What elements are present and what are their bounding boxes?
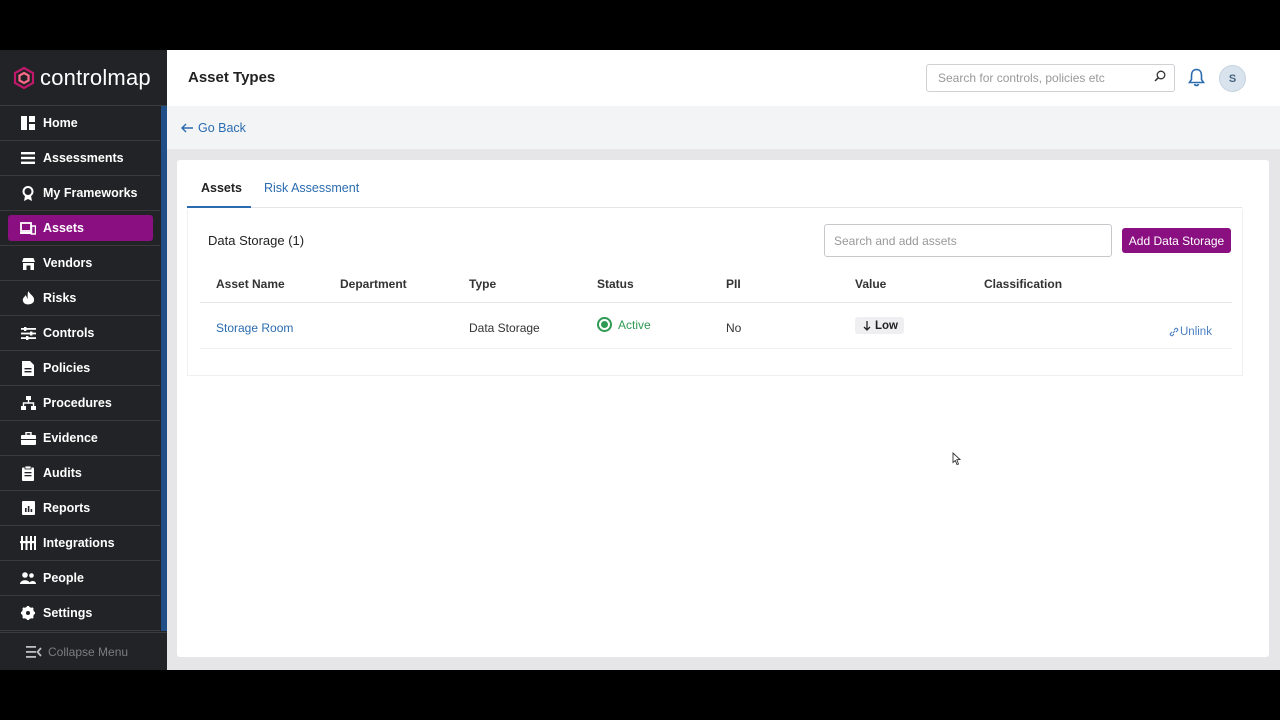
- global-search-input[interactable]: [938, 71, 1154, 85]
- sidebar-item-my-frameworks[interactable]: My Frameworks: [0, 176, 160, 211]
- column-header-department[interactable]: Department: [340, 277, 407, 291]
- breadcrumb-bar: Go Back: [167, 106, 1280, 149]
- home-icon: [20, 115, 36, 131]
- collapse-menu-button[interactable]: Collapse Menu: [0, 632, 167, 670]
- asset-search-input[interactable]: [824, 224, 1112, 257]
- asset-name-link[interactable]: Storage Room: [216, 321, 293, 335]
- sidebar-item-procedures[interactable]: Procedures: [0, 386, 160, 421]
- sidebar-item-people[interactable]: People: [0, 561, 160, 596]
- type-cell: Data Storage: [469, 321, 540, 335]
- reports-icon: [20, 500, 36, 516]
- tab-risk-assessment[interactable]: Risk Assessment: [264, 181, 359, 205]
- sidebar-item-policies[interactable]: Policies: [0, 351, 160, 386]
- sidebar-item-risks[interactable]: Risks: [0, 281, 160, 316]
- sidebar-item-reports[interactable]: Reports: [0, 491, 160, 526]
- unlink-label: Unlink: [1180, 326, 1212, 338]
- policies-icon: [20, 360, 36, 376]
- vendors-icon: [20, 255, 36, 271]
- collapse-menu-label: Collapse Menu: [48, 644, 129, 659]
- sidebar-item-integrations[interactable]: Integrations: [0, 526, 160, 561]
- mouse-cursor-icon: [952, 451, 962, 471]
- evidence-icon: [20, 430, 36, 446]
- sidebar-item-label: Evidence: [43, 431, 98, 445]
- frameworks-icon: [20, 185, 36, 201]
- sidebar-scrollbar[interactable]: [161, 106, 167, 631]
- go-back-label: Go Back: [198, 121, 246, 135]
- sidebar-item-evidence[interactable]: Evidence: [0, 421, 160, 456]
- asset-panel: Data Storage (1) Add Data Storage Asset …: [187, 209, 1243, 376]
- add-data-storage-button[interactable]: Add Data Storage: [1122, 228, 1231, 253]
- column-header-status[interactable]: Status: [597, 277, 634, 291]
- tab-assets[interactable]: Assets: [201, 181, 242, 205]
- page-title: Asset Types: [188, 69, 276, 86]
- active-tab-indicator: [187, 206, 251, 208]
- sidebar-item-label: Risks: [43, 291, 77, 305]
- tab-bar: Assets Risk Assessment: [187, 175, 1242, 208]
- sidebar: controlmap Home Assessments My Framework…: [0, 50, 167, 670]
- collapse-menu-icon: [26, 645, 42, 658]
- search-icon[interactable]: [1154, 69, 1166, 87]
- sidebar-item-label: Settings: [43, 606, 93, 620]
- sidebar-item-home[interactable]: Home: [0, 106, 160, 141]
- go-back-link[interactable]: Go Back: [181, 121, 246, 135]
- sidebar-item-label: Reports: [43, 501, 91, 515]
- status-active-icon: [597, 317, 612, 332]
- sidebar-item-label: Procedures: [43, 396, 112, 410]
- audits-icon: [20, 465, 36, 481]
- sidebar-item-label: People: [43, 571, 84, 585]
- sidebar-item-assets[interactable]: Assets: [0, 211, 160, 246]
- sidebar-item-label: My Frameworks: [43, 186, 138, 200]
- sidebar-item-label: Assets: [43, 221, 84, 235]
- global-search[interactable]: [926, 64, 1175, 92]
- status-label: Active: [618, 317, 651, 332]
- sidebar-item-label: Controls: [43, 326, 95, 340]
- main-card: Assets Risk Assessment Data Storage (1) …: [177, 160, 1269, 657]
- column-header-value[interactable]: Value: [855, 277, 886, 291]
- link-icon: [1169, 327, 1179, 337]
- sidebar-item-label: Assessments: [43, 151, 124, 165]
- sidebar-item-label: Audits: [43, 466, 82, 480]
- value-chip: Low: [855, 317, 904, 334]
- assets-table: Asset Name Department Type Status PII Va…: [200, 270, 1232, 349]
- top-header: Asset Types S: [167, 50, 1280, 106]
- brand-logo[interactable]: controlmap: [0, 50, 167, 106]
- avatar[interactable]: S: [1219, 65, 1246, 92]
- sidebar-item-settings[interactable]: Settings: [0, 596, 160, 631]
- arrow-left-icon: [181, 123, 193, 133]
- integrations-icon: [20, 535, 36, 551]
- controls-icon: [20, 325, 36, 341]
- app-window: controlmap Home Assessments My Framework…: [0, 50, 1280, 670]
- assets-icon: [20, 220, 36, 236]
- controlmap-logo-icon: [13, 66, 35, 89]
- sidebar-item-audits[interactable]: Audits: [0, 456, 160, 491]
- sidebar-item-vendors[interactable]: Vendors: [0, 246, 160, 281]
- sidebar-item-label: Integrations: [43, 536, 115, 550]
- status-badge: Active: [597, 317, 651, 332]
- column-header-asset-name[interactable]: Asset Name: [216, 277, 285, 291]
- sidebar-item-label: Policies: [43, 361, 91, 375]
- people-icon: [20, 570, 36, 586]
- arrow-down-icon: [863, 320, 871, 331]
- unlink-button[interactable]: Unlink: [1169, 326, 1212, 338]
- procedures-icon: [20, 395, 36, 411]
- column-header-type[interactable]: Type: [469, 277, 496, 291]
- sidebar-nav: Home Assessments My Frameworks Assets Ve…: [0, 106, 160, 631]
- value-label: Low: [875, 319, 898, 332]
- assessments-icon: [20, 150, 36, 166]
- brand-name: controlmap: [40, 64, 151, 90]
- notification-bell-icon[interactable]: [1188, 68, 1205, 92]
- column-header-pii[interactable]: PII: [726, 277, 741, 291]
- sidebar-item-label: Vendors: [43, 256, 93, 270]
- table-row[interactable]: Storage Room Data Storage Active No Low: [200, 303, 1232, 349]
- sidebar-item-assessments[interactable]: Assessments: [0, 141, 160, 176]
- section-title: Data Storage (1): [208, 233, 305, 248]
- pii-cell: No: [726, 321, 742, 335]
- table-header: Asset Name Department Type Status PII Va…: [200, 270, 1232, 303]
- settings-icon: [20, 605, 36, 621]
- risks-icon: [20, 290, 36, 306]
- sidebar-item-controls[interactable]: Controls: [0, 316, 160, 351]
- sidebar-item-label: Home: [43, 116, 78, 130]
- column-header-classification[interactable]: Classification: [984, 277, 1062, 291]
